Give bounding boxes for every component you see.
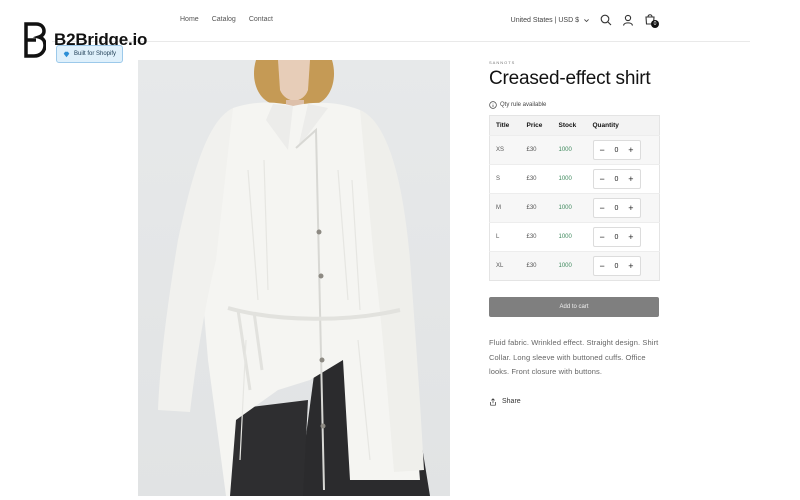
qty-rule-notice[interactable]: Qty rule available xyxy=(489,101,661,109)
variant-row: L £30 1000 − 0 + xyxy=(489,222,660,252)
variant-stock: 1000 xyxy=(552,135,587,165)
increase-button[interactable]: + xyxy=(628,203,633,213)
header-title: Title xyxy=(489,115,521,136)
variant-title: S xyxy=(489,164,521,194)
variant-title: L xyxy=(489,222,521,252)
variant-price: £30 xyxy=(520,164,553,194)
variant-table: Title Price Stock Quantity XS £30 1000 −… xyxy=(489,115,660,281)
cart-button[interactable]: 0 xyxy=(644,13,659,28)
quantity-stepper: − 0 + xyxy=(592,227,641,247)
quantity-value[interactable]: 0 xyxy=(615,147,619,154)
variant-price: £30 xyxy=(520,251,553,281)
header-price: Price xyxy=(520,115,553,136)
main-nav: Home Catalog Contact xyxy=(180,16,273,23)
cart-count-badge: 0 xyxy=(651,20,659,28)
variant-price: £30 xyxy=(520,135,553,165)
variant-stock: 1000 xyxy=(552,222,587,252)
product-info: SANNOTS Creased-effect shirt Qty rule av… xyxy=(489,60,661,406)
variant-title: XS xyxy=(489,135,521,165)
decrease-button[interactable]: − xyxy=(600,232,605,242)
info-icon xyxy=(489,101,497,109)
product-photo xyxy=(158,60,430,496)
variant-row: XL £30 1000 − 0 + xyxy=(489,251,660,281)
quantity-stepper: − 0 + xyxy=(592,140,641,160)
variant-row: S £30 1000 − 0 + xyxy=(489,164,660,194)
nav-contact[interactable]: Contact xyxy=(249,16,273,23)
increase-button[interactable]: + xyxy=(628,261,633,271)
variant-row: M £30 1000 − 0 + xyxy=(489,193,660,223)
quantity-value[interactable]: 0 xyxy=(615,263,619,270)
product-description: Fluid fabric. Wrinkled effect. Straight … xyxy=(489,338,659,376)
share-icon xyxy=(490,397,496,406)
b2bridge-logo-icon xyxy=(24,22,46,58)
built-for-shopify-badge: Built for Shopify xyxy=(56,45,124,63)
variant-table-header: Title Price Stock Quantity xyxy=(489,115,660,136)
increase-button[interactable]: + xyxy=(628,232,633,242)
increase-button[interactable]: + xyxy=(628,145,633,155)
diamond-icon xyxy=(63,51,70,57)
store-header: Home Catalog Contact United States | USD… xyxy=(52,0,750,42)
nav-home[interactable]: Home xyxy=(180,16,199,23)
nav-catalog[interactable]: Catalog xyxy=(212,16,236,23)
variant-title: XL xyxy=(489,251,521,281)
country-selector[interactable]: United States | USD $ xyxy=(511,17,590,24)
variant-stock: 1000 xyxy=(552,193,587,223)
increase-button[interactable]: + xyxy=(628,174,633,184)
variant-stock: 1000 xyxy=(552,251,587,281)
country-label: United States | USD $ xyxy=(510,16,579,24)
product-vendor: SANNOTS xyxy=(489,60,516,65)
product-title: Creased-effect shirt xyxy=(489,68,651,89)
header-quantity: Quantity xyxy=(586,115,660,136)
account-icon[interactable] xyxy=(622,14,634,26)
variant-price: £30 xyxy=(520,193,553,223)
variant-price: £30 xyxy=(520,222,553,252)
quantity-stepper: − 0 + xyxy=(592,256,641,276)
search-icon[interactable] xyxy=(600,14,612,26)
quantity-value[interactable]: 0 xyxy=(615,234,619,241)
header-stock: Stock xyxy=(552,115,587,136)
variant-row: XS £30 1000 − 0 + xyxy=(489,135,660,165)
variant-title: M xyxy=(489,193,521,223)
qty-rule-label: Qty rule available xyxy=(500,102,547,108)
quantity-stepper: − 0 + xyxy=(592,169,641,189)
quantity-value[interactable]: 0 xyxy=(615,205,619,212)
decrease-button[interactable]: − xyxy=(600,145,605,155)
header-actions: United States | USD $ 0 xyxy=(511,13,659,28)
badge-label: Built for Shopify xyxy=(74,51,117,57)
decrease-button[interactable]: − xyxy=(600,261,605,271)
quantity-stepper: − 0 + xyxy=(592,198,641,218)
product-image[interactable] xyxy=(138,60,450,496)
add-to-cart-button[interactable]: Add to cart xyxy=(489,297,659,317)
share-label: Share xyxy=(502,398,521,405)
decrease-button[interactable]: − xyxy=(600,203,605,213)
decrease-button[interactable]: − xyxy=(600,174,605,184)
share-button[interactable]: Share xyxy=(489,397,661,406)
variant-stock: 1000 xyxy=(552,164,587,194)
chevron-down-icon xyxy=(584,18,589,22)
quantity-value[interactable]: 0 xyxy=(615,176,619,183)
